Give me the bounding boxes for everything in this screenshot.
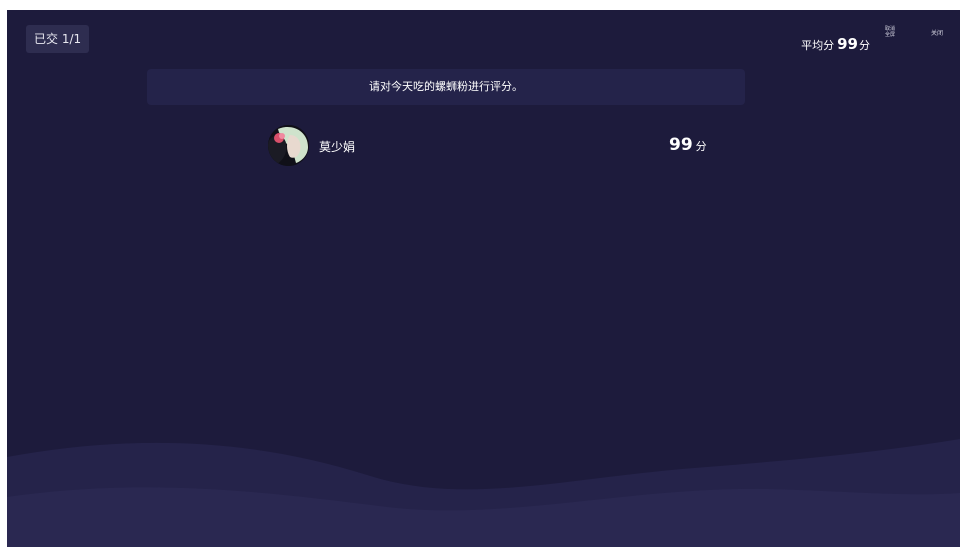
submitted-count-badge: 已交 1/1: [26, 25, 90, 53]
average-score: 平均分 99分: [801, 35, 870, 53]
score-screen: 已交 1/1 平均分 99分 取消全屏 关闭 请对今天吃的螺蛳粉进行评分。 莫少娟…: [7, 10, 960, 547]
student-name: 莫少娟: [319, 140, 356, 154]
close-button[interactable]: 关闭: [931, 28, 943, 37]
result-row: 莫少娟 99 分: [268, 125, 728, 167]
student-score: 99 分: [669, 135, 707, 155]
exit-fullscreen-button[interactable]: 取消全屏: [883, 26, 897, 38]
average-score-unit: 分: [859, 39, 870, 52]
student-score-unit: 分: [695, 140, 707, 153]
avatar-image: [268, 125, 309, 166]
student-score-value: 99: [669, 135, 693, 155]
average-score-value: 99: [837, 35, 858, 53]
wave-decoration: [7, 439, 960, 547]
question-bar: 请对今天吃的螺蛳粉进行评分。: [147, 69, 745, 105]
question-text: 请对今天吃的螺蛳粉进行评分。: [369, 80, 523, 93]
average-score-label: 平均分: [801, 39, 835, 52]
student-avatar: [268, 125, 309, 166]
